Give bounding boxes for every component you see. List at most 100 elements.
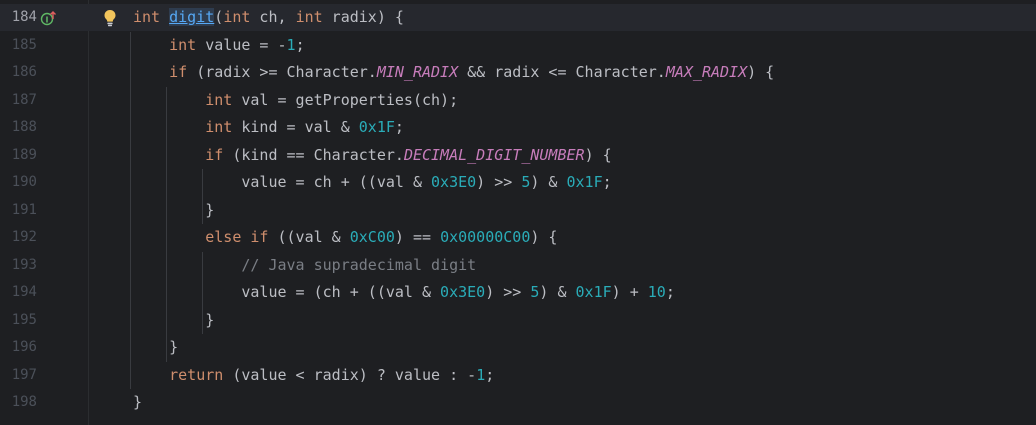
code-token: if [205,145,224,164]
code-line[interactable]: 197 return (value < radix) ? value : -1; [0,362,1036,389]
code-token: value = (ch + ((val & [133,283,441,301]
code-text[interactable]: int kind = val & 0x1F; [133,114,404,141]
code-line[interactable]: 187 int val = getProperties(ch); [0,87,1036,114]
code-token: radix) { [322,8,404,26]
code-text[interactable]: } [133,334,178,361]
line-number[interactable]: 192 [0,224,37,251]
code-token: if [169,63,188,81]
code-token: ) >> [485,283,531,301]
code-token: (radix >= Character. [187,63,377,81]
code-token: ) == [394,228,441,246]
code-token: MIN_RADIX [376,63,459,81]
code-token: int [205,118,233,136]
lightbulb-intention-icon[interactable] [102,9,118,27]
code-text[interactable]: value = ch + ((val & 0x3E0) >> 5) & 0x1F… [133,169,612,196]
code-text[interactable]: if (kind == Character.DECIMAL_DIGIT_NUMB… [133,142,612,169]
code-token: 10 [647,283,666,301]
code-text[interactable]: // Java supradecimal digit [133,252,476,279]
code-token: MAX_RADIX [665,63,748,81]
code-line[interactable]: 194 value = (ch + ((val & 0x3E0) >> 5) &… [0,279,1036,306]
code-token: } [133,338,179,356]
line-number[interactable]: 187 [0,87,37,114]
line-number[interactable]: 198 [0,389,37,416]
code-line[interactable]: 185 int value = -1; [0,32,1036,59]
code-text[interactable]: else if ((val & 0xC00) == 0x00000C00) { [133,224,557,251]
code-token: 5 [521,173,531,191]
code-line[interactable]: 196 } [0,334,1036,361]
code-token: 0x3E0 [431,173,477,191]
code-line[interactable]: 188 int kind = val & 0x1F; [0,114,1036,141]
code-token: ) + [611,283,648,301]
code-line[interactable]: 186 if (radix >= Character.MIN_RADIX && … [0,59,1036,86]
line-number[interactable]: 197 [0,362,37,389]
code-token: ) >> [476,173,522,191]
code-text[interactable]: int digit(int ch, int radix) { [133,4,404,31]
code-token: ) & [539,283,576,301]
line-number[interactable]: 185 [0,32,37,59]
code-line[interactable]: 195 } [0,307,1036,334]
code-token: (kind == Character. [223,145,404,164]
line-number[interactable]: 191 [0,197,37,224]
code-token: 0x1F [358,118,395,136]
code-token: ; [602,173,612,191]
line-number[interactable]: 189 [0,142,37,169]
code-token: val = getProperties(ch); [232,90,459,109]
code-token: ) & [530,173,567,191]
code-line[interactable]: 198} [0,389,1036,416]
code-line[interactable]: 192 else if ((val & 0xC00) == 0x00000C00… [0,224,1036,251]
code-token: 0x00000C00 [440,228,531,246]
line-number[interactable]: 195 [0,307,37,334]
code-token: return [169,365,224,384]
code-token: 0xC00 [349,228,395,246]
code-line[interactable]: 184 int digit(int ch, int radix) { I [0,4,1036,31]
code-token: ch, [250,8,296,26]
code-token: int [223,8,251,26]
code-token: digit [169,8,215,26]
code-token: DECIMAL_DIGIT_NUMBER [403,145,585,164]
code-text[interactable]: } [133,389,142,416]
code-text[interactable]: int value = -1; [133,32,305,59]
indent-guide [202,251,204,334]
code-token: // Java supradecimal digit [241,255,477,274]
code-token: 0x3E0 [440,283,486,301]
code-text[interactable]: return (value < radix) ? value : -1; [133,362,494,389]
line-number[interactable]: 190 [0,169,37,196]
code-line[interactable]: 193 // Java supradecimal digit [0,252,1036,279]
code-token: ) { [584,145,612,164]
code-token: ( [214,8,224,26]
line-number[interactable]: 194 [0,279,37,306]
code-token: ; [295,35,305,54]
code-line[interactable]: 190 value = ch + ((val & 0x3E0) >> 5) & … [0,169,1036,196]
code-text[interactable]: value = (ch + ((val & 0x3E0) >> 5) & 0x1… [133,279,675,306]
line-number[interactable]: 186 [0,59,37,86]
indent-guide [166,86,168,362]
code-token: 1 [476,365,486,384]
code-text[interactable]: int val = getProperties(ch); [133,87,458,114]
code-token: ) { [747,63,775,81]
code-token: value = ch + ((val & [133,173,432,191]
code-token: ) { [530,228,558,246]
code-token: (value < radix) ? value : - [223,365,477,384]
code-token: int [295,8,323,26]
svg-text:I: I [46,16,49,25]
indent-guide [202,169,204,224]
code-line[interactable]: 191 } [0,197,1036,224]
code-line[interactable]: 189 if (kind == Character.DECIMAL_DIGIT_… [0,142,1036,169]
line-number[interactable]: 193 [0,252,37,279]
code-editor[interactable]: 184 int digit(int ch, int radix) {I 185 in… [0,0,1036,425]
line-number[interactable]: 196 [0,334,37,361]
line-number[interactable]: 188 [0,114,37,141]
implementation-override-icon[interactable]: I [40,10,56,26]
code-text[interactable]: if (radix >= Character.MIN_RADIX && radi… [133,59,774,86]
code-token: ; [394,118,404,136]
code-token: value = - [196,35,287,54]
code-token: ((val & [268,228,350,246]
line-number[interactable]: 184 [0,4,37,31]
